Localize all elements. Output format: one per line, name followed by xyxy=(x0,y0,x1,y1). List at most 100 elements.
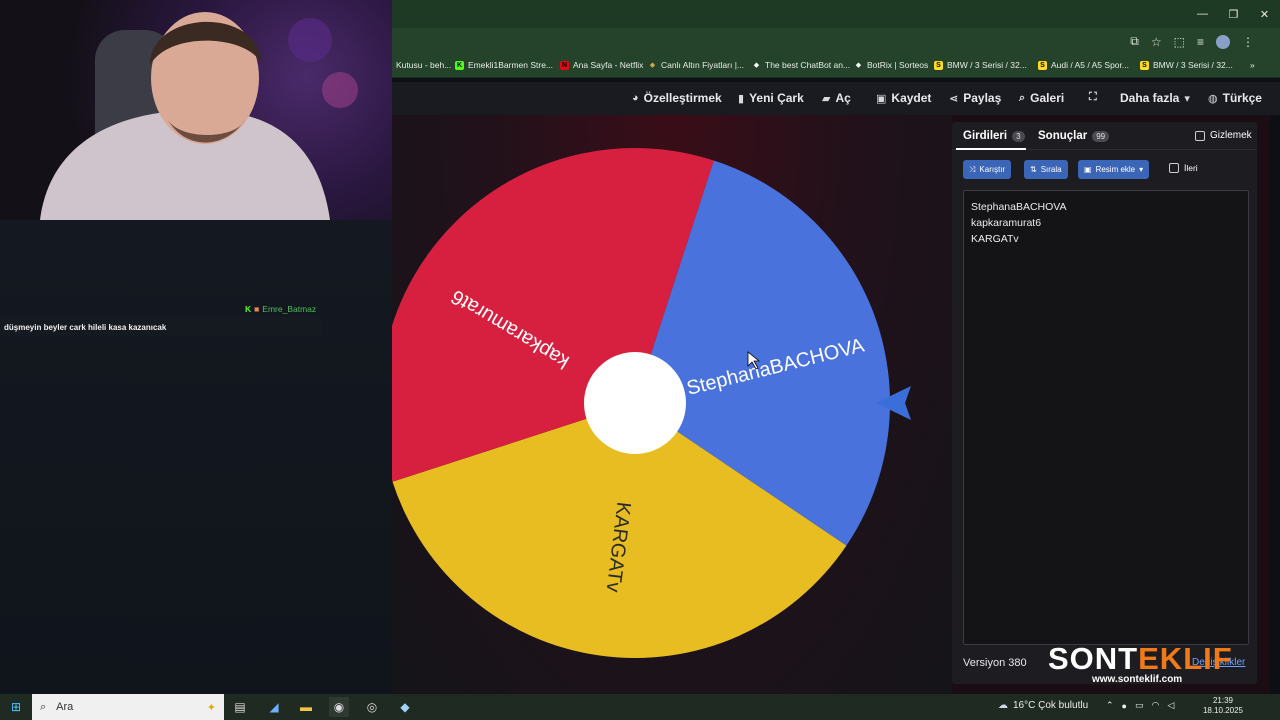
sort-button[interactable]: ⇅ Sırala xyxy=(1024,160,1068,179)
shuffle-button[interactable]: ⤨ Karıştır xyxy=(963,160,1012,179)
star-icon[interactable]: ☆ xyxy=(1151,35,1162,49)
sort-label: Sırala xyxy=(1040,165,1062,174)
bookmark-item[interactable]: S BMW / 3 Serisi / 32... xyxy=(934,60,1027,70)
add-image-button[interactable]: ▣ Resim ekle ▾ xyxy=(1078,160,1150,179)
bookmark-label: BotRix | Sorteos xyxy=(867,60,929,70)
share-icon: ⋖ xyxy=(949,92,959,105)
watermark-logo: SONTEKLIF www.sonteklif.com xyxy=(1048,641,1248,685)
weather-widget[interactable]: ☁ 16°C Çok bulutlu xyxy=(998,700,1088,711)
window-controls: — ❐ ✕ xyxy=(1187,0,1280,28)
tab-entries-label: Girdileri xyxy=(963,130,1008,142)
network-icon[interactable]: ▭ xyxy=(1135,700,1144,711)
chrome-icon[interactable]: ◉ xyxy=(329,697,349,717)
hide-checkbox[interactable] xyxy=(1195,130,1205,141)
app-icon[interactable]: ◢ xyxy=(264,697,284,717)
toolbar-icons: ⧉ ☆ ⬚ ≡ ⋮ xyxy=(1130,34,1254,49)
bookmark-label: BMW / 3 Serisi / 32... xyxy=(1153,60,1233,70)
profile-avatar[interactable] xyxy=(1216,34,1230,49)
tab-entries[interactable]: Girdileri 3 xyxy=(963,130,1025,142)
share-button[interactable]: ⋖ Paylaş xyxy=(949,91,1001,105)
restore-icon[interactable]: ❐ xyxy=(1218,0,1249,28)
add-image-label: Resim ekle xyxy=(1095,165,1136,174)
more-button[interactable]: Daha fazla ▾ xyxy=(1120,91,1190,105)
mic-icon[interactable]: ● xyxy=(1122,701,1127,711)
bookmark-item[interactable]: N Ana Sayfa - Netflix xyxy=(560,60,643,70)
task-view-icon[interactable]: ▤ xyxy=(230,697,250,717)
bookmark-item[interactable]: ◆ The best ChatBot an... xyxy=(752,60,850,70)
customize-button-label: Özelleştirmek xyxy=(643,91,722,105)
folder-icon: ▰ xyxy=(822,92,831,105)
translate-icon[interactable]: ⧉ xyxy=(1130,34,1139,49)
close-icon[interactable]: ✕ xyxy=(1249,0,1280,28)
kick-badge-icon: K xyxy=(245,304,252,314)
language-button[interactable]: ◍ Türkçe xyxy=(1208,91,1262,105)
hide-toggle[interactable]: Gizlemek xyxy=(1195,130,1252,141)
customize-button[interactable]: ◕ Özelleştirmek xyxy=(632,91,722,105)
hide-label: Gizlemek xyxy=(1210,130,1252,141)
gallery-button[interactable]: ⌕ Galeri xyxy=(1019,91,1064,105)
gallery-button-label: Galeri xyxy=(1030,91,1065,105)
tab-results-label: Sonuçlar xyxy=(1038,130,1088,142)
fullscreen-icon: ⛶ xyxy=(1089,91,1097,103)
watermark-brand-part1: SONT xyxy=(1048,641,1139,676)
app-icon[interactable]: ◆ xyxy=(395,697,415,717)
version-label: Versiyon 380 xyxy=(963,657,1027,669)
tab-results[interactable]: Sonuçlar 99 xyxy=(1038,130,1110,142)
shuffle-label: Karıştır xyxy=(979,165,1006,174)
bookmark-item[interactable]: Kutusu - beh... xyxy=(392,60,451,70)
windows-start-icon[interactable]: ⊞ xyxy=(6,697,26,717)
file-explorer-icon[interactable]: ▬ xyxy=(296,697,316,717)
more-button-label: Daha fazla xyxy=(1120,91,1180,105)
new-wheel-button-label: Yeni Çark xyxy=(749,91,804,105)
entries-panel: Girdileri 3 Sonuçlar 99 Gizlemek ⤨ Karış… xyxy=(952,122,1257,684)
chevron-up-icon[interactable]: ⌃ xyxy=(1106,700,1114,711)
bookmarks-more-icon[interactable]: » xyxy=(1250,60,1255,70)
entry-line: StephanaBACHOVA xyxy=(971,201,1067,213)
volume-icon[interactable]: ◁ xyxy=(1167,700,1174,711)
fullscreen-button[interactable]: ⛶ xyxy=(1089,91,1102,104)
chevron-down-icon: ▾ xyxy=(1184,92,1190,105)
sort-icon: ⇅ xyxy=(1030,165,1037,174)
menu-dots-icon[interactable]: ⋮ xyxy=(1242,35,1254,49)
system-tray: ⌃ ● ▭ ◠ ◁ xyxy=(1106,700,1174,711)
search-placeholder: Ara xyxy=(56,701,74,713)
taskbar-search[interactable]: ⌕ Ara ✦ xyxy=(32,694,224,720)
media-icon[interactable]: ≡ xyxy=(1197,35,1204,49)
save-button-label: Kaydet xyxy=(891,91,932,105)
watermark-brand: SONTEKLIF xyxy=(1048,641,1248,677)
obs-icon[interactable]: ◎ xyxy=(362,697,382,717)
advanced-checkbox[interactable] xyxy=(1169,163,1179,173)
chat-message: düşmeyin beyler cark hileli kasa kazanıc… xyxy=(0,317,323,337)
minimize-icon[interactable]: — xyxy=(1187,0,1218,28)
streamer-figure xyxy=(40,12,358,220)
panel-tabs: Girdileri 3 Sonuçlar 99 Gizlemek xyxy=(952,122,1257,150)
s-icon: S xyxy=(934,60,943,70)
chat-username-text: Emre_Batmaz xyxy=(262,304,317,314)
wheel[interactable]: StephanaBACHOVAKARGATvkapkaramurat6 xyxy=(370,140,930,670)
open-button[interactable]: ▰ Aç xyxy=(822,91,851,105)
advanced-toggle[interactable]: İleri xyxy=(1169,163,1198,173)
bookmark-item[interactable]: S BMW / 3 Serisi / 32... xyxy=(1140,60,1233,70)
chevron-down-icon: ▾ xyxy=(1139,165,1144,174)
bookmark-item[interactable]: K Emekli1Barmen Stre... xyxy=(455,60,553,70)
file-icon: ▮ xyxy=(738,92,745,105)
taskbar-clock[interactable]: 21:39 18.10.2025 xyxy=(1200,696,1246,716)
clock-date: 18.10.2025 xyxy=(1202,706,1244,715)
bookmark-item[interactable]: S Audi / A5 / A5 Spor... xyxy=(1038,60,1129,70)
entries-textarea[interactable]: StephanaBACHOVA kapkaramurat6 KARGATv xyxy=(963,190,1249,645)
shuffle-icon: ⤨ xyxy=(969,164,976,174)
diamond-icon: ◆ xyxy=(753,61,760,69)
bookmark-label: The best ChatBot an... xyxy=(765,60,851,70)
wheel-center-hub[interactable] xyxy=(584,352,686,454)
bookmark-item[interactable]: ◆ BotRix | Sorteos xyxy=(854,60,928,70)
new-wheel-button[interactable]: ▮ Yeni Çark xyxy=(738,91,804,105)
bookmark-label: Kutusu - beh... xyxy=(396,60,452,70)
results-count-badge: 99 xyxy=(1092,130,1110,142)
extensions-icon[interactable]: ⬚ xyxy=(1174,35,1185,49)
bookmark-item[interactable]: ◆ Canlı Altın Fiyatları |... xyxy=(648,60,744,70)
app-header: ◕ Özelleştirmek ▮ Yeni Çark ▰ Aç ▣ Kaydet ⋖ Payla… xyxy=(392,82,1280,115)
wifi-icon[interactable]: ◠ xyxy=(1152,700,1160,711)
save-button[interactable]: ▣ Kaydet xyxy=(876,91,931,105)
bookmark-label: Audi / A5 / A5 Spor... xyxy=(1051,60,1129,70)
cloud-icon: ☁ xyxy=(998,700,1008,711)
